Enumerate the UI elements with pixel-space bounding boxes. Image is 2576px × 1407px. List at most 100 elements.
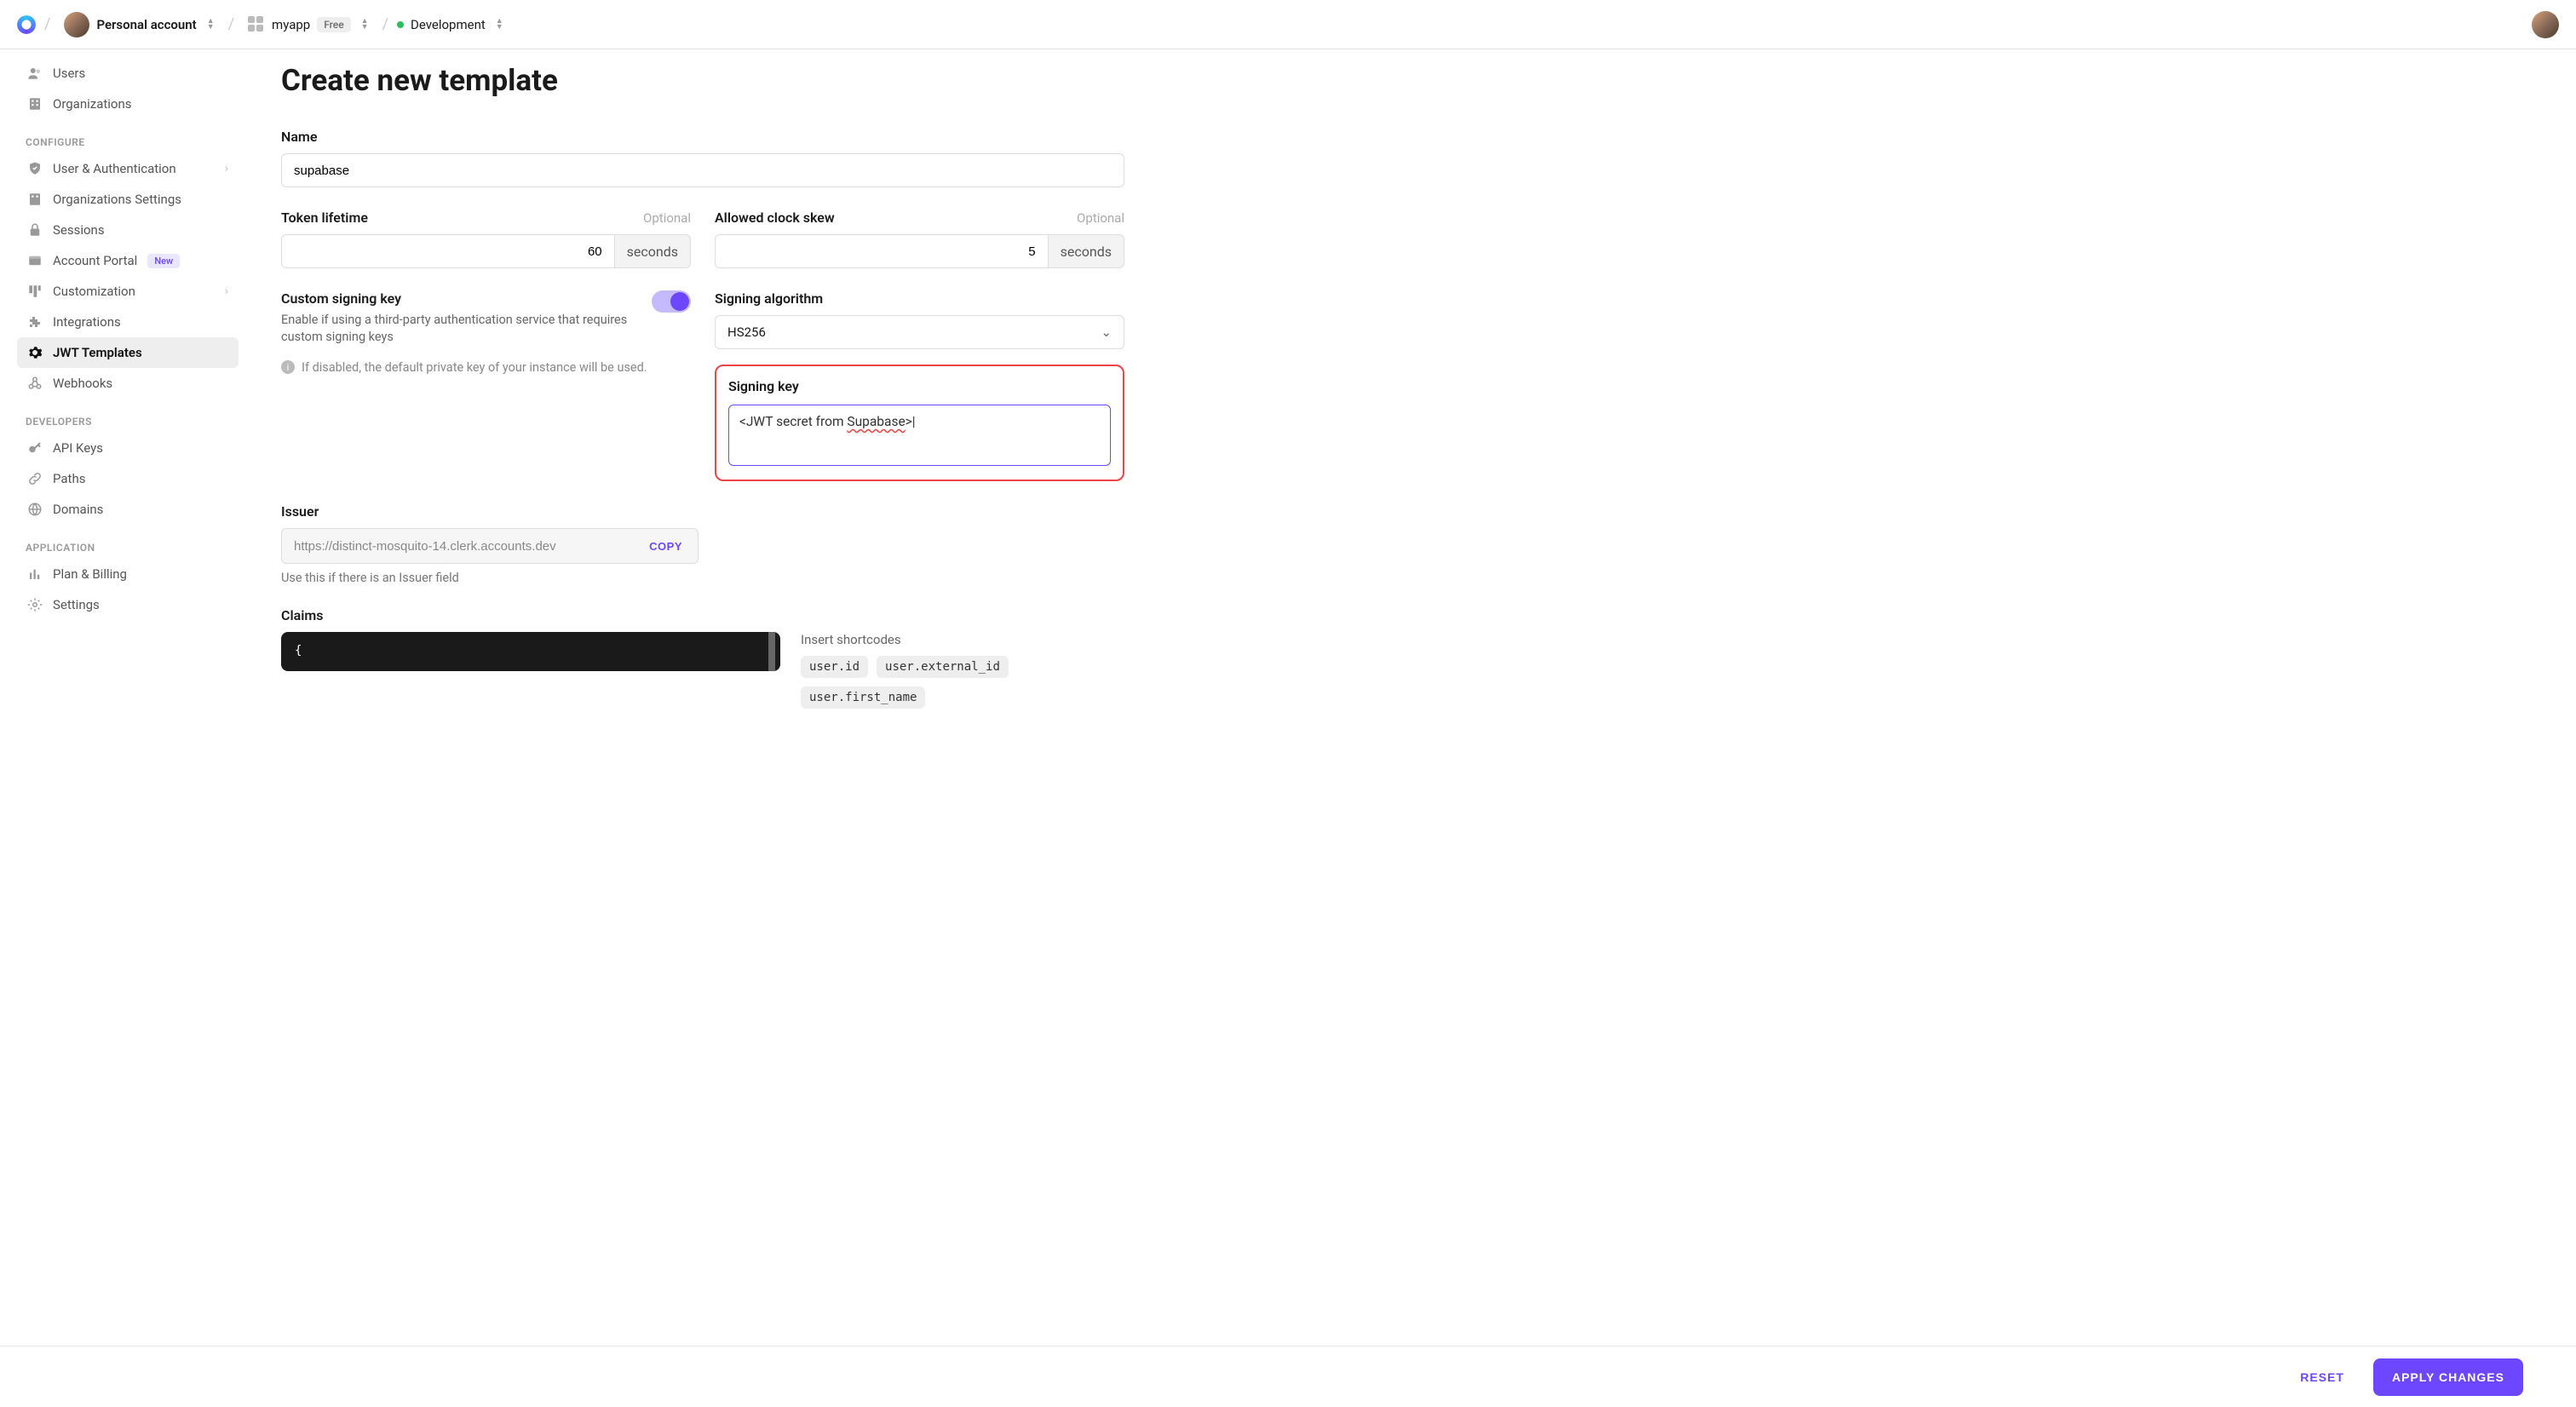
custom-key-desc: Enable if using a third-party authentica…: [281, 312, 635, 347]
sidebar-item-label: User & Authentication: [53, 161, 176, 176]
plan-badge: Free: [317, 17, 350, 32]
sidebar-item-label: Integrations: [53, 314, 121, 330]
page-title: Create new template: [281, 63, 1124, 98]
sidebar-item-plan-billing[interactable]: Plan & Billing: [17, 559, 239, 589]
token-lifetime-label: Token lifetime: [281, 210, 368, 226]
env-status-dot: [397, 21, 404, 28]
sidebar-item-domains[interactable]: Domains: [17, 494, 239, 525]
chevron-right-icon: ›: [225, 162, 228, 175]
sidebar-item-integrations[interactable]: Integrations: [17, 307, 239, 337]
key-icon: [27, 440, 43, 456]
clock-skew-label: Allowed clock skew: [715, 210, 835, 226]
algorithm-label: Signing algorithm: [715, 290, 1124, 307]
issuer-input[interactable]: [282, 529, 634, 563]
org-icon: [27, 96, 43, 112]
signing-key-input[interactable]: <JWT secret from Supabase>|: [728, 405, 1111, 466]
env-label: Development: [411, 17, 486, 32]
sidebar-item-customization[interactable]: Customization ›: [17, 276, 239, 307]
portal-icon: [27, 253, 43, 268]
breadcrumb-sep: /: [44, 15, 50, 33]
sidebar-group-developers: DEVELOPERS: [17, 399, 239, 433]
app-selector[interactable]: myapp Free ▲▼: [243, 14, 374, 35]
sidebar-item-label: JWT Templates: [53, 345, 142, 360]
selector-icon[interactable]: ▲▼: [496, 19, 503, 31]
users-icon: [27, 66, 43, 81]
claims-code: {: [295, 644, 302, 658]
main-content: Create new template Name Token lifetime …: [256, 49, 1193, 1346]
issuer-label: Issuer: [281, 503, 699, 520]
shortcode-chip[interactable]: user.first_name: [801, 686, 925, 709]
lock-icon: [27, 222, 43, 238]
reset-button[interactable]: RESET: [2288, 1360, 2356, 1394]
avatar: [64, 12, 89, 37]
settings-icon: [27, 597, 43, 612]
selector-icon[interactable]: ▲▼: [361, 19, 369, 31]
issuer-helper: Use this if there is an Issuer field: [281, 571, 699, 585]
claims-label: Claims: [281, 607, 1124, 623]
sidebar-item-label: Settings: [53, 597, 100, 612]
shortcodes-label: Insert shortcodes: [801, 632, 1124, 647]
sidebar-item-user-auth[interactable]: User & Authentication ›: [17, 153, 239, 184]
sidebar-item-sessions[interactable]: Sessions: [17, 215, 239, 245]
header-left: / Personal account ▲▼ / myapp Free ▲▼ / …: [17, 10, 503, 39]
issuer-copy-button[interactable]: COPY: [634, 529, 698, 563]
algorithm-select[interactable]: HS256 ⌄: [715, 315, 1124, 349]
custom-key-info: If disabled, the default private key of …: [302, 360, 647, 375]
signing-key-highlight: Signing key <JWT secret from Supabase>|: [715, 365, 1124, 481]
sidebar-item-users[interactable]: Users: [17, 58, 239, 89]
sidebar: Users Organizations CONFIGURE User & Aut…: [0, 49, 256, 1346]
name-label: Name: [281, 129, 1124, 145]
shortcode-chip[interactable]: user.external_id: [877, 656, 1009, 678]
link-icon: [27, 471, 43, 486]
breadcrumb-sep: /: [382, 15, 388, 33]
new-badge: New: [147, 254, 180, 268]
user-avatar[interactable]: [2532, 11, 2559, 38]
info-icon: i: [281, 360, 295, 374]
app-name: myapp: [272, 17, 310, 32]
optional-label: Optional: [1077, 210, 1124, 226]
billing-icon: [27, 566, 43, 582]
signing-key-label: Signing key: [728, 378, 1111, 394]
token-lifetime-input[interactable]: [281, 234, 615, 268]
sidebar-item-account-portal[interactable]: Account Portal New: [17, 245, 239, 276]
account-label: Personal account: [96, 17, 196, 32]
shortcode-chip[interactable]: user.id: [801, 656, 868, 678]
sidebar-item-label: Customization: [53, 284, 135, 299]
sidebar-item-settings[interactable]: Settings: [17, 589, 239, 620]
sidebar-item-organizations[interactable]: Organizations: [17, 89, 239, 119]
app-icon: [248, 16, 265, 33]
sidebar-item-label: Organizations Settings: [53, 192, 181, 207]
globe-icon: [27, 502, 43, 517]
clock-skew-input[interactable]: [715, 234, 1049, 268]
sidebar-item-label: Webhooks: [53, 376, 112, 391]
chevron-right-icon: ›: [225, 284, 228, 298]
puzzle-icon: [27, 314, 43, 330]
sidebar-item-jwt-templates[interactable]: JWT Templates: [17, 337, 239, 368]
sidebar-group-application: APPLICATION: [17, 525, 239, 559]
sidebar-item-label: Domains: [53, 502, 103, 517]
chevron-down-icon: ⌄: [1101, 324, 1112, 340]
webhook-icon: [27, 376, 43, 391]
sidebar-group-configure: CONFIGURE: [17, 119, 239, 153]
breadcrumb-sep: /: [228, 15, 234, 33]
custom-key-toggle[interactable]: [652, 290, 691, 313]
footer-actions: RESET APPLY CHANGES: [0, 1346, 2576, 1407]
sidebar-item-webhooks[interactable]: Webhooks: [17, 368, 239, 399]
apply-changes-button[interactable]: APPLY CHANGES: [2373, 1358, 2523, 1396]
sidebar-item-api-keys[interactable]: API Keys: [17, 433, 239, 463]
selector-icon[interactable]: ▲▼: [207, 19, 215, 31]
sidebar-item-paths[interactable]: Paths: [17, 463, 239, 494]
name-input[interactable]: [281, 153, 1124, 187]
sidebar-item-label: Paths: [53, 471, 85, 486]
algorithm-value: HS256: [727, 324, 766, 340]
sidebar-item-label: Account Portal: [53, 253, 137, 268]
sidebar-item-label: API Keys: [53, 440, 103, 456]
clock-skew-unit: seconds: [1049, 234, 1124, 268]
app-logo[interactable]: [17, 15, 36, 34]
environment-selector[interactable]: Development ▲▼: [397, 17, 503, 32]
shield-icon: [27, 161, 43, 176]
gear-icon: [27, 345, 43, 360]
claims-editor[interactable]: {: [281, 632, 780, 671]
sidebar-item-org-settings[interactable]: Organizations Settings: [17, 184, 239, 215]
account-selector[interactable]: Personal account ▲▼: [59, 10, 219, 39]
